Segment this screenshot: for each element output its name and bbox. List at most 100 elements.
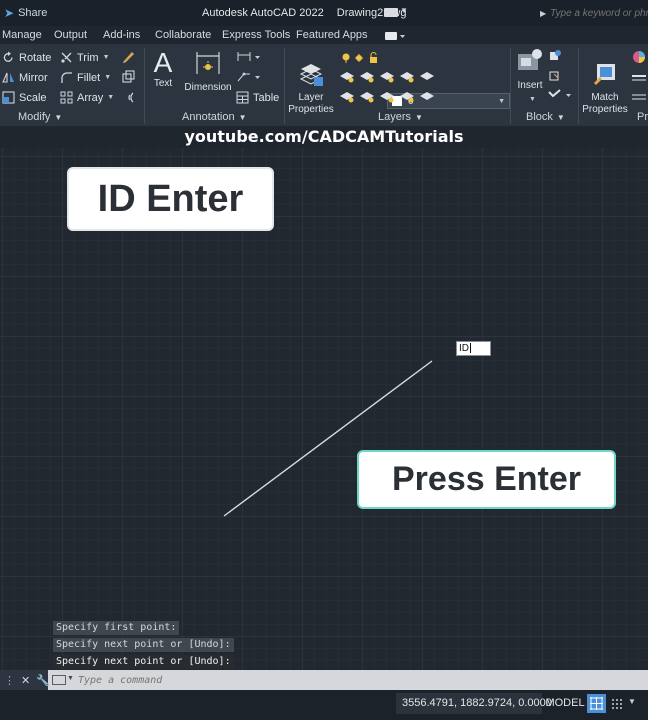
modify-label-text: Modify: [18, 111, 51, 123]
search-box[interactable]: ▶: [540, 5, 648, 21]
insert-label: Insert: [517, 80, 543, 91]
chevron-down-icon[interactable]: ▼: [67, 675, 74, 682]
layers-panel-label[interactable]: Layers ▼: [378, 111, 423, 123]
chevron-down-icon: ▼: [54, 113, 63, 122]
mirror-tool[interactable]: Mirror: [2, 71, 48, 84]
linear-dimension-icon[interactable]: [236, 50, 262, 63]
table-tool[interactable]: Table: [236, 91, 279, 104]
match-properties-label: Match Properties: [582, 92, 628, 115]
table-icon: [236, 91, 249, 104]
leader-icon[interactable]: [236, 70, 262, 83]
search-input[interactable]: [550, 7, 648, 19]
match-properties-icon: [593, 64, 615, 86]
scale-tool[interactable]: Scale: [2, 91, 47, 104]
tab-add-ins[interactable]: Add-ins: [103, 29, 140, 41]
tab-output[interactable]: Output: [54, 29, 87, 41]
array-tool[interactable]: Array ▼: [60, 91, 114, 104]
modify-panel-label[interactable]: Modify ▼: [18, 111, 62, 123]
mirror-label: Mirror: [19, 71, 48, 84]
share-icon: ➤: [4, 6, 15, 20]
text-label: Text: [153, 78, 173, 89]
block-tools-icons[interactable]: [548, 50, 574, 108]
chevron-down-icon: ▼: [556, 113, 565, 122]
dynamic-input-box[interactable]: ID: [456, 341, 491, 356]
share-button[interactable]: ➤ Share: [4, 6, 47, 20]
property-tools-icons[interactable]: [630, 50, 648, 108]
chevron-down-icon[interactable]: ▼: [529, 96, 536, 103]
insert-tool[interactable]: Insert: [513, 48, 547, 92]
chevron-right-icon: ▶: [540, 8, 547, 18]
rotate-label: Rotate: [19, 51, 52, 64]
text-icon: A: [153, 47, 173, 78]
ribbon-tabs: Manage Output Add-ins Collaborate Expres…: [0, 26, 648, 44]
tab-featured-apps[interactable]: Featured Apps: [296, 29, 368, 41]
coordinate-readout[interactable]: 3556.4791, 1882.9724, 0.0000: [396, 693, 552, 714]
grid-toggle-icon[interactable]: [587, 694, 606, 713]
chevron-down-icon[interactable]: ▼: [103, 54, 110, 61]
match-properties-tool[interactable]: Match Properties: [580, 48, 630, 128]
offset-icon[interactable]: [121, 90, 136, 105]
rotate-icon: [3, 51, 13, 62]
banner-text: youtube.com/CADCAMTutorials: [184, 127, 464, 146]
layer-properties-label: Layer Properties: [288, 92, 334, 115]
tab-collaborate[interactable]: Collaborate: [155, 29, 211, 41]
rotate-tool[interactable]: Rotate: [2, 51, 51, 64]
erase-icon[interactable]: [121, 49, 136, 64]
panel-divider: [578, 48, 579, 124]
copy-icon[interactable]: [121, 69, 136, 84]
tab-express-tools[interactable]: Express Tools: [222, 29, 290, 41]
close-icon[interactable]: ✕: [21, 674, 30, 687]
annotation-panel-label[interactable]: Annotation ▼: [182, 111, 247, 123]
chevron-down-icon[interactable]: ▼: [107, 94, 114, 101]
chevron-down-icon: ▼: [238, 113, 247, 122]
scale-icon: [2, 91, 15, 104]
trim-tool[interactable]: Trim ▼: [60, 51, 110, 64]
command-prompt-icon[interactable]: [52, 675, 66, 685]
layer-state-icons[interactable]: [341, 52, 387, 64]
trim-label: Trim: [77, 51, 99, 64]
fillet-label: Fillet: [77, 71, 101, 84]
command-history-line: Specify first point:: [53, 621, 180, 635]
panel-divider: [510, 48, 511, 124]
snap-mode-icon[interactable]: [610, 697, 624, 711]
layer-stack-icon: [299, 64, 323, 86]
panel-divider: [144, 48, 145, 124]
text-tool[interactable]: A Text: [150, 48, 176, 90]
app-title: Autodesk AutoCAD 2022: [202, 7, 324, 19]
block-label-text: Block: [526, 111, 553, 123]
grip-icon[interactable]: ⋮: [4, 674, 15, 687]
ribbon-display-icon[interactable]: [372, 31, 406, 41]
array-label: Array: [77, 91, 104, 104]
title-bar: ➤ Share Autodesk AutoCAD 2022 Drawing2.d…: [0, 0, 648, 26]
callout-press-enter: Press Enter: [357, 450, 616, 509]
wrench-icon[interactable]: 🔧: [36, 674, 50, 687]
insert-block-icon: [518, 49, 542, 70]
chevron-down-icon[interactable]: ▼: [104, 74, 111, 81]
tab-manage[interactable]: Manage: [2, 29, 42, 41]
command-history-line: Specify next point or [Undo]:: [53, 655, 234, 669]
table-label: Table: [253, 91, 280, 104]
properties-panel-label[interactable]: Pr: [637, 111, 648, 123]
layers-label-text: Layers: [378, 111, 412, 123]
command-input[interactable]: [78, 672, 638, 688]
scale-label: Scale: [19, 91, 47, 104]
command-history-line: Specify next point or [Undo]:: [53, 638, 234, 652]
dimension-icon: [196, 52, 220, 74]
command-line-controls: ⋮ ✕ 🔧: [0, 670, 50, 690]
block-panel-label[interactable]: Block ▼: [526, 111, 565, 123]
model-space-button[interactable]: MODEL: [544, 693, 586, 714]
layer-tools-icons[interactable]: [340, 70, 436, 106]
share-label: Share: [18, 7, 48, 19]
fillet-tool[interactable]: Fillet ▼: [60, 71, 111, 84]
array-icon: [60, 91, 73, 104]
dimension-label: Dimension: [184, 82, 232, 93]
chevron-down-icon[interactable]: ▼: [628, 697, 636, 706]
workspace-icon[interactable]: [384, 8, 398, 17]
text-cursor: [470, 343, 471, 354]
chevron-down-icon: ▼: [498, 97, 505, 105]
panel-divider: [284, 48, 285, 124]
layer-properties-tool[interactable]: Layer Properties: [288, 48, 334, 128]
ribbon: Rotate Trim ▼ Mirror Fillet ▼ Scale Arra…: [0, 44, 648, 126]
dimension-tool[interactable]: Dimension: [182, 48, 234, 94]
chevron-down-icon[interactable]: ▼: [400, 6, 408, 15]
